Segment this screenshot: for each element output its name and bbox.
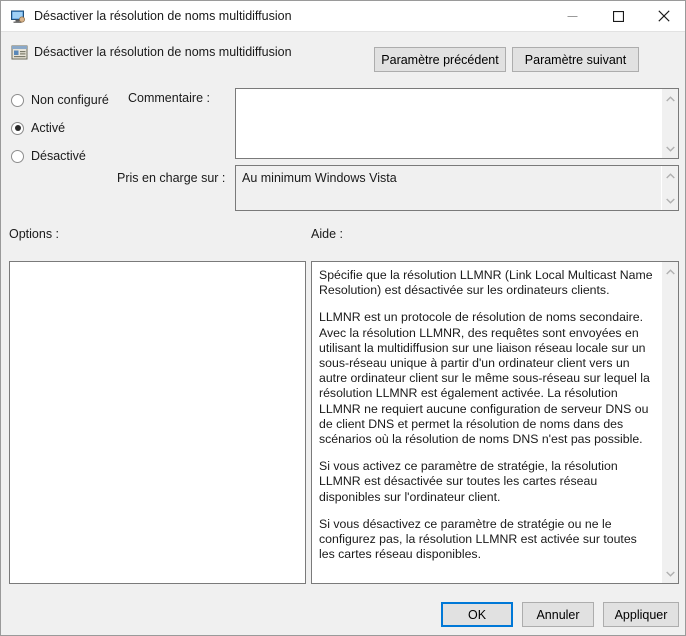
options-panel-content [10, 262, 305, 274]
radio-not-configured[interactable]: Non configuré [11, 91, 109, 109]
comment-value [236, 89, 661, 158]
help-paragraph: Si vous désactivez ce paramètre de strat… [319, 516, 637, 562]
options-label: Options : [9, 227, 60, 241]
help-panel: Spécifie que la résolution LLMNR (Link L… [311, 261, 679, 584]
help-label: Aide : [311, 227, 343, 241]
title-bar: Désactiver la résolution de noms multidi… [1, 1, 685, 32]
radio-label-not-configured: Non configuré [31, 93, 109, 107]
policy-setting-dialog: Désactiver la résolution de noms multidi… [0, 0, 686, 636]
supported-on-value: Au minimum Windows Vista [242, 171, 397, 185]
window-title: Désactiver la résolution de noms multidi… [34, 9, 292, 23]
computer-monitor-icon [10, 8, 27, 25]
help-paragraph: Spécifie que la résolution LLMNR (Link L… [319, 268, 653, 298]
cancel-button[interactable]: Annuler [522, 602, 594, 627]
apply-button[interactable]: Appliquer [603, 602, 679, 627]
radio-disabled[interactable]: Désactivé [11, 147, 86, 165]
radio-indicator [11, 93, 24, 107]
scroll-up-icon[interactable] [662, 263, 678, 280]
radio-indicator [11, 149, 24, 163]
supported-on-scrollbar[interactable] [661, 166, 678, 210]
radio-label-enabled: Activé [31, 121, 66, 135]
close-icon[interactable] [641, 1, 685, 31]
scroll-down-icon[interactable] [662, 565, 678, 582]
policy-setting-icon [11, 44, 28, 61]
supported-on-field[interactable]: Au minimum Windows Vista [235, 165, 679, 211]
radio-enabled[interactable]: Activé [11, 119, 65, 137]
next-setting-button[interactable]: Paramètre suivant [512, 47, 639, 72]
help-scrollbar[interactable] [661, 262, 678, 583]
scroll-down-icon[interactable] [662, 192, 678, 209]
comment-textarea[interactable] [235, 88, 679, 159]
help-text-container: Spécifie que la résolution LLMNR (Link L… [312, 262, 661, 583]
ok-button[interactable]: OK [441, 602, 513, 627]
options-panel[interactable] [9, 261, 306, 584]
setting-name-heading: Désactiver la résolution de noms multidi… [34, 45, 292, 59]
previous-setting-button[interactable]: Paramètre précédent [374, 47, 506, 72]
supported-on-label: Pris en charge sur : [117, 171, 226, 185]
help-paragraph: LLMNR est un protocole de résolution de … [319, 310, 650, 447]
maximize-icon[interactable] [595, 1, 641, 31]
scroll-down-icon[interactable] [662, 140, 678, 157]
scroll-up-icon[interactable] [662, 90, 678, 107]
radio-indicator-selected [11, 121, 24, 135]
radio-label-disabled: Désactivé [31, 149, 86, 163]
help-paragraph: Si vous activez ce paramètre de stratégi… [319, 459, 618, 504]
scroll-up-icon[interactable] [662, 167, 678, 184]
minimize-icon[interactable] [549, 1, 595, 31]
comment-scrollbar[interactable] [661, 89, 678, 158]
comment-label: Commentaire : [128, 91, 210, 105]
